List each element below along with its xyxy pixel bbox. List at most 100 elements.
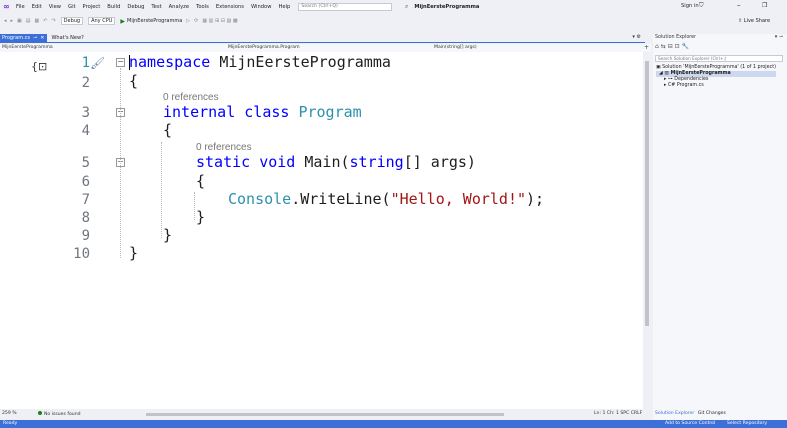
editor-vertical-scrollbar[interactable]	[643, 52, 651, 409]
quick-actions-icon[interactable]: {⊡	[31, 60, 47, 73]
line-number: 10	[73, 246, 90, 262]
run-target-button[interactable]: MijnEersteProgramma	[127, 18, 182, 24]
status-ready: Ready	[3, 421, 18, 426]
show-all-icon[interactable]: ⊡	[675, 43, 680, 50]
solution-explorer-toolbar: ⌂ ⇆ ⊟ ⊡ 🔧	[655, 43, 689, 51]
menu-edit[interactable]: Edit	[32, 4, 42, 10]
code-line-3[interactable]: internal class Program	[163, 103, 362, 121]
redo-icon[interactable]: ↷	[51, 18, 55, 24]
zoom-level[interactable]: 259 %	[2, 411, 17, 416]
toolbar-tools-icon[interactable]: ▦ ▥ ⊞ ⊟ ▨ ▩	[202, 18, 237, 24]
indent-guide	[194, 192, 195, 220]
references-codelens[interactable]: 0 references	[196, 142, 252, 153]
editor-horizontal-scrollbar[interactable]	[146, 413, 504, 416]
title-bar: ∞ File Edit View Git Project Build Debug…	[0, 0, 787, 13]
restore-icon[interactable]: ❐	[762, 2, 767, 9]
close-icon[interactable]: ✕	[40, 35, 44, 42]
code-line-1[interactable]: namespace MijnEersteProgramma	[129, 53, 391, 71]
menu-git[interactable]: Git	[68, 4, 76, 10]
new-project-icon[interactable]: ▣	[17, 18, 22, 24]
sync-icon[interactable]: ⇆	[661, 43, 666, 50]
references-codelens[interactable]: 0 references	[163, 92, 219, 103]
minimize-icon[interactable]: –	[737, 1, 741, 9]
forward-icon[interactable]: ▸	[11, 18, 14, 24]
live-share-label: Live Share	[743, 18, 771, 24]
code-editor[interactable]: {⊡ 🖌 1 2 3 4 5 6 7 8 9 10 − − − namespac…	[0, 52, 643, 409]
keyword: internal	[163, 103, 236, 121]
project-dropdown[interactable]: MijnEersteProgramma	[2, 45, 53, 50]
class-dropdown[interactable]: MijnEersteProgramma.Program	[228, 45, 300, 50]
open-icon[interactable]: ▤	[26, 18, 31, 24]
tab-git-changes[interactable]: Git Changes	[698, 411, 726, 416]
code-line-5[interactable]: static void Main(string[] args)	[196, 153, 476, 171]
line-number: 5	[81, 155, 90, 171]
add-to-source-control-button[interactable]: Add to Source Control	[665, 421, 715, 426]
code-line-2[interactable]: {	[129, 72, 138, 90]
save-icon[interactable]: ▦	[35, 18, 40, 24]
account-icon[interactable]: ⛉	[699, 2, 704, 10]
split-editor-icon[interactable]: +	[644, 44, 649, 51]
solution-explorer: Solution Explorer ▾ ⊸ ⌂ ⇆ ⊟ ⊡ 🔧 Search S…	[653, 34, 787, 420]
hot-reload-icon[interactable]: ⟳	[194, 18, 198, 24]
code-line-4[interactable]: {	[163, 121, 172, 139]
menu-project[interactable]: Project	[83, 4, 101, 10]
code-line-10[interactable]: }	[129, 244, 138, 262]
menu-help[interactable]: Help	[278, 4, 290, 10]
solution-search-input[interactable]: Search Solution Explorer (Ctrl+;)	[655, 55, 783, 62]
issues-indicator[interactable]: No issues found	[38, 411, 81, 417]
scrollbar-thumb[interactable]	[645, 61, 649, 326]
visual-studio-logo-icon[interactable]: ∞	[3, 2, 12, 11]
menu-build[interactable]: Build	[107, 4, 120, 10]
statement-end: );	[526, 190, 545, 208]
line-number: 3	[81, 105, 90, 121]
tab-program-cs[interactable]: Program.cs ⊸ ✕	[0, 34, 48, 42]
tab-solution-explorer[interactable]: Solution Explorer	[655, 411, 694, 416]
issues-label: No issues found	[44, 412, 81, 417]
menu-test[interactable]: Test	[151, 4, 161, 10]
code-line-7[interactable]: Console.WriteLine("Hello, World!");	[228, 190, 544, 208]
member-dropdown[interactable]: Main(string[] args)	[434, 45, 477, 50]
menu-extensions[interactable]: Extensions	[216, 4, 244, 10]
live-share-button[interactable]: ⇪ Live Share	[738, 18, 770, 24]
toolbar: ◂ ▸ ▣ ▤ ▦ ↶ ↷ Debug Any CPU ▶ MijnEerste…	[0, 15, 787, 27]
search-input[interactable]: Search (Ctrl+Q) ⌕	[298, 2, 408, 11]
tree-node-program-cs[interactable]: ▸ C# Program.cs	[656, 83, 776, 89]
pin-icon[interactable]: ▾ ⊸	[775, 34, 783, 40]
keyword: string	[349, 153, 404, 171]
tab-whats-new[interactable]: What's New?	[47, 34, 87, 42]
keyword: namespace	[129, 53, 211, 71]
start-without-debug-icon[interactable]: ▷	[186, 18, 190, 24]
line-number: 2	[81, 75, 90, 91]
search-icon[interactable]: ⌕	[405, 3, 408, 10]
code-line-8[interactable]: }	[196, 208, 205, 226]
line-number: 8	[81, 210, 90, 226]
collapse-icon[interactable]: ⊟	[668, 43, 673, 50]
menu-window[interactable]: Window	[251, 4, 271, 10]
menu-debug[interactable]: Debug	[127, 4, 144, 10]
menu-tools[interactable]: Tools	[196, 4, 209, 10]
code-line-6[interactable]: {	[196, 172, 205, 190]
tree-node-label: MijnEersteProgramma	[670, 71, 731, 76]
properties-icon[interactable]: 🔧	[682, 43, 689, 50]
menu-analyze[interactable]: Analyze	[169, 4, 189, 10]
home-icon[interactable]: ⌂	[655, 43, 659, 50]
menu-view[interactable]: View	[49, 4, 61, 10]
search-placeholder: Search (Ctrl+Q)	[301, 3, 338, 9]
platform-select[interactable]: Any CPU	[88, 17, 116, 25]
code-line-9[interactable]: }	[163, 226, 172, 244]
code-cleanup-icon[interactable]: 🖌	[90, 56, 105, 70]
menu-file[interactable]: File	[16, 4, 25, 10]
undo-icon[interactable]: ↶	[43, 18, 47, 24]
tab-overflow-icon[interactable]: ▾ ⚙	[632, 34, 641, 40]
select-repository-button[interactable]: Select Repository	[727, 421, 767, 426]
sign-in-link[interactable]: Sign in	[681, 3, 699, 9]
editor-bottom-bar: 259 % No issues found Ln: 1 Ch: 1 SPC CR…	[0, 410, 651, 418]
run-icon[interactable]: ▶	[120, 18, 125, 25]
status-bar: Ready Add to Source Control Select Repos…	[0, 420, 787, 428]
fold-toggle[interactable]: −	[116, 58, 125, 67]
tool-window-tabs: Solution Explorer Git Changes	[653, 411, 787, 419]
document-tab-strip: Program.cs ⊸ ✕ What's New? ▾ ⚙	[0, 34, 645, 43]
configuration-select[interactable]: Debug	[60, 17, 84, 25]
back-icon[interactable]: ◂	[4, 18, 7, 24]
pin-icon[interactable]: ⊸	[33, 35, 37, 42]
